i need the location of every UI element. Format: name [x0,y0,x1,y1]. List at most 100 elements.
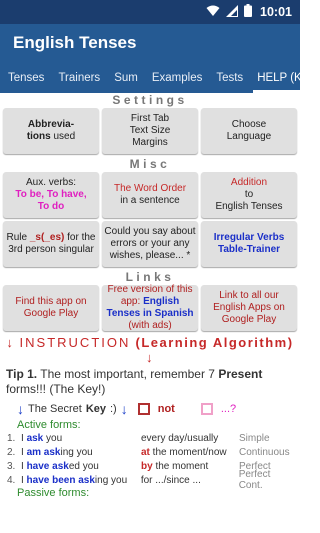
irregular-label-2: Table-Trainer [217,244,281,255]
misc-grid-row-2: Rule _s(_es) for the 3rd person singular… [3,221,297,267]
question-legend-box [200,403,213,415]
settings-grid: Abbrevia- tions used First Tab Text Size… [3,108,297,154]
row-tense: Perfect Cont. [238,469,271,491]
tab-tests[interactable]: Tests [212,62,247,93]
wifi-icon [206,5,220,20]
irregular-verbs-button[interactable]: Irregular Verbs Table-Trainer [201,221,297,267]
app-bar: English Tenses [0,24,300,62]
negative-legend-box [137,403,150,415]
tab-tenses[interactable]: Tenses [4,62,48,93]
first-tab-label: First Tab [130,113,170,124]
section-title-links: Links [125,270,175,284]
row-sentence: I have been asking you [21,475,141,486]
row-verb-ending: ing [94,474,109,486]
aux-verbs-button[interactable]: Aux. verbs: To be, To have, To do [3,172,99,218]
text-size-label: Text Size [129,125,171,136]
row-verb-ending: ing [60,446,74,458]
table-row: 2. I am asking you at the moment/now Con… [3,445,297,459]
word-order-label: The Word Order [113,183,187,194]
row-time: for .../since ... [141,475,239,486]
margins-label: Margins [132,137,168,148]
down-arrow-icon: ↓ [17,401,24,417]
tab-trainers[interactable]: Trainers [54,62,104,93]
addition-to: to [244,189,254,200]
abbrev-label-3: used [50,131,76,142]
row-sentence: I have asked you [21,461,141,472]
first-tab-settings-button[interactable]: First Tab Text Size Margins [102,108,198,154]
row-post: you [108,474,128,486]
irregular-label-1: Irregular Verbs [213,232,285,243]
clock: 10:01 [260,5,292,19]
choose-language-button[interactable]: Choose Language [201,108,297,154]
tip-1: Tip 1. The most important, remember 7 Pr… [3,365,297,397]
help-content: Settings Abbrevia- tions used First Tab … [0,93,300,499]
tab-help[interactable]: HELP (Key) [253,62,300,93]
down-arrow-icon: ↓ [120,401,128,417]
tab-examples[interactable]: Examples [148,62,207,93]
rule-label: Rule [6,232,30,243]
row-number: 3. [7,460,16,472]
instruction-title: INSTRUCTION [19,335,131,350]
row-post: you [79,460,99,472]
find-label-2: Google Play [23,308,79,319]
instruction-heading: ↓ INSTRUCTION (Learning Algorithm) ↓ [3,335,297,365]
abbrev-label-2: tions [26,131,51,142]
language-label: Language [226,131,272,142]
row-tense: Simple [239,432,270,444]
row-time-text: every day/usually [141,432,219,444]
row-time-text: for .../since ... [140,474,201,486]
tab-bar: Tenses Trainers Sum Examples Tests HELP … [0,62,300,93]
tip-text-1: The most important, remember 7 [37,367,219,381]
negative-legend-label: not [157,403,175,415]
row-verb: have ask [26,460,69,472]
all-apps-button[interactable]: Link to all our English Apps on Google P… [201,285,297,331]
free-label-3: (with ads) [128,320,172,331]
row-sentence: I am asking you [21,447,141,458]
word-order-sub: in a sentence [120,195,180,206]
free-version-button[interactable]: Free version of this app: English Tenses… [102,284,198,331]
row-post: you [73,446,93,458]
addition-button[interactable]: Addition to English Tenses [201,172,297,218]
word-order-button[interactable]: The Word Order in a sentence [102,172,198,218]
section-title-misc: Misc [129,157,171,171]
row-time-highlight: by [141,460,153,472]
tip-label: Tip 1. [6,367,38,381]
tab-sum[interactable]: Sum [110,62,142,93]
row-verb: have been ask [26,474,95,486]
section-title-settings: Settings [112,93,188,107]
row-time: by the moment [141,461,239,472]
rule-s-es-button[interactable]: Rule _s(_es) for the 3rd person singular [3,221,99,267]
tip-text-3: forms!!! (The Key!) [6,382,106,396]
question-legend-label: ...? [220,403,237,415]
feedback-button[interactable]: Could you say about errors or your any w… [102,221,198,267]
row-verb: am ask [26,446,61,458]
find-label-1: Find this app on [15,296,87,307]
aux-label: Aux. verbs: [25,177,77,188]
tip-text-2: Present [218,367,263,381]
key-text-2: Key [85,403,106,415]
active-forms-title: Active forms: [17,419,81,431]
row-number: 2. [7,446,16,458]
addition-tenses: English Tenses [215,201,283,212]
addition-label: Addition [230,177,268,188]
row-verb: ask [26,432,44,444]
feedback-label: Could you say about errors or your any w… [104,226,196,261]
choose-label: Choose [231,119,267,130]
key-text-3: :) [110,403,117,415]
table-row: 4. I have been asking you for .../since … [3,469,297,491]
rule-suffix: _s(_es) [29,232,65,243]
down-arrow-icon: ↓ [6,335,15,350]
table-row: 1. I ask you every day/usually Simple [3,431,297,445]
row-number: 1. [7,432,16,444]
battery-icon [244,4,253,20]
secret-key-legend: ↓ The Secret Key :) ↓ not ...? [3,397,297,419]
row-time-text: the moment/now [149,446,227,458]
row-time: every day/usually [141,433,239,444]
row-number: 4. [7,474,16,486]
row-time-text: the moment [152,460,209,472]
free-label-2: English Tenses in Spanish [106,296,194,319]
abbreviations-button[interactable]: Abbrevia- tions used [3,108,99,154]
instruction-subtitle: (Learning Algorithm) [130,335,294,350]
misc-grid-row-1: Aux. verbs: To be, To have, To do The Wo… [3,172,297,218]
find-app-google-play-button[interactable]: Find this app on Google Play [3,285,99,331]
